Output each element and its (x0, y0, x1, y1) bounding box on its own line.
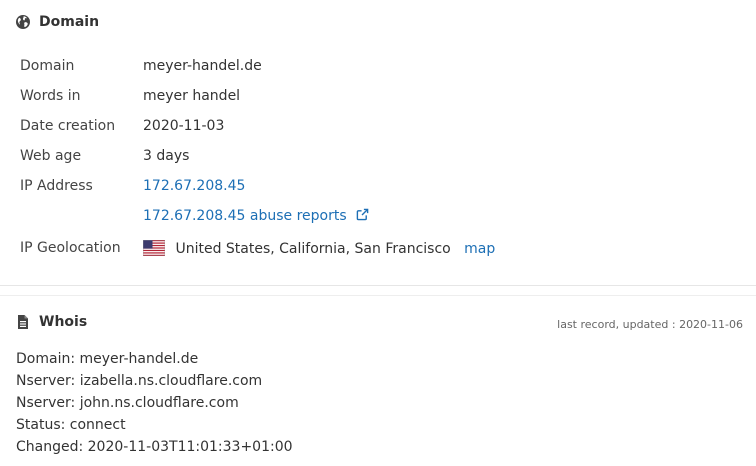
label-web-age: Web age (20, 148, 82, 164)
row-domain: Domain meyer-handel.de (20, 56, 262, 76)
label-words-in: Words in (20, 88, 81, 104)
abuse-reports-link[interactable]: 172.67.208.45 abuse reports (143, 208, 369, 224)
document-icon (18, 315, 28, 329)
whois-line-status: Status: connect (16, 417, 126, 433)
map-link[interactable]: map (464, 241, 495, 257)
row-web-age: Web age 3 days (20, 146, 189, 166)
whois-title: Whois (39, 314, 88, 330)
row-ip-address: IP Address 172.67.208.45 (20, 176, 245, 196)
value-web-age: 3 days (143, 148, 190, 164)
domain-title: Domain (39, 14, 100, 30)
value-date-creation: 2020-11-03 (143, 118, 225, 134)
geolocation-text: United States, California, San Francisco (175, 240, 451, 257)
label-date-creation: Date creation (20, 118, 116, 134)
whois-record: Domain: meyer-handel.de Nserver: izabell… (16, 348, 293, 458)
whois-line-domain: Domain: meyer-handel.de (16, 351, 199, 367)
label-domain: Domain (20, 58, 75, 74)
value-ip-geolocation: United States, California, San Francisco… (143, 239, 495, 257)
domain-card: Domain Domain meyer-handel.de Words in m… (0, 0, 756, 285)
label-ip-address: IP Address (20, 178, 93, 194)
section-divider (0, 285, 756, 286)
globe-icon (16, 15, 30, 29)
row-words-in: Words in meyer handel (20, 86, 240, 106)
page: Domain Domain meyer-handel.de Words in m… (0, 0, 756, 466)
row-date-creation: Date creation 2020-11-03 (20, 116, 224, 136)
ip-address-link[interactable]: 172.67.208.45 (143, 178, 245, 194)
value-domain: meyer-handel.de (143, 58, 262, 74)
external-link-icon (356, 208, 369, 221)
whois-line-nserver-1: Nserver: izabella.ns.cloudflare.com (16, 373, 263, 389)
row-abuse-reports: 172.67.208.45 abuse reports (20, 206, 369, 226)
us-flag-icon (143, 239, 165, 256)
domain-heading: Domain (15, 14, 99, 30)
whois-heading: Whois (15, 314, 87, 330)
abuse-reports-text: 172.67.208.45 abuse reports (143, 208, 347, 224)
row-ip-geolocation: IP Geolocation United States, California… (20, 238, 495, 258)
label-ip-geolocation: IP Geolocation (20, 240, 121, 256)
whois-line-changed: Changed: 2020-11-03T11:01:33+01:00 (16, 439, 293, 455)
whois-line-nserver-2: Nserver: john.ns.cloudflare.com (16, 395, 239, 411)
value-words-in: meyer handel (143, 88, 241, 104)
whois-last-updated: last record, updated : 2020-11-06 (557, 318, 743, 331)
whois-card: Whois last record, updated : 2020-11-06 … (0, 296, 756, 466)
